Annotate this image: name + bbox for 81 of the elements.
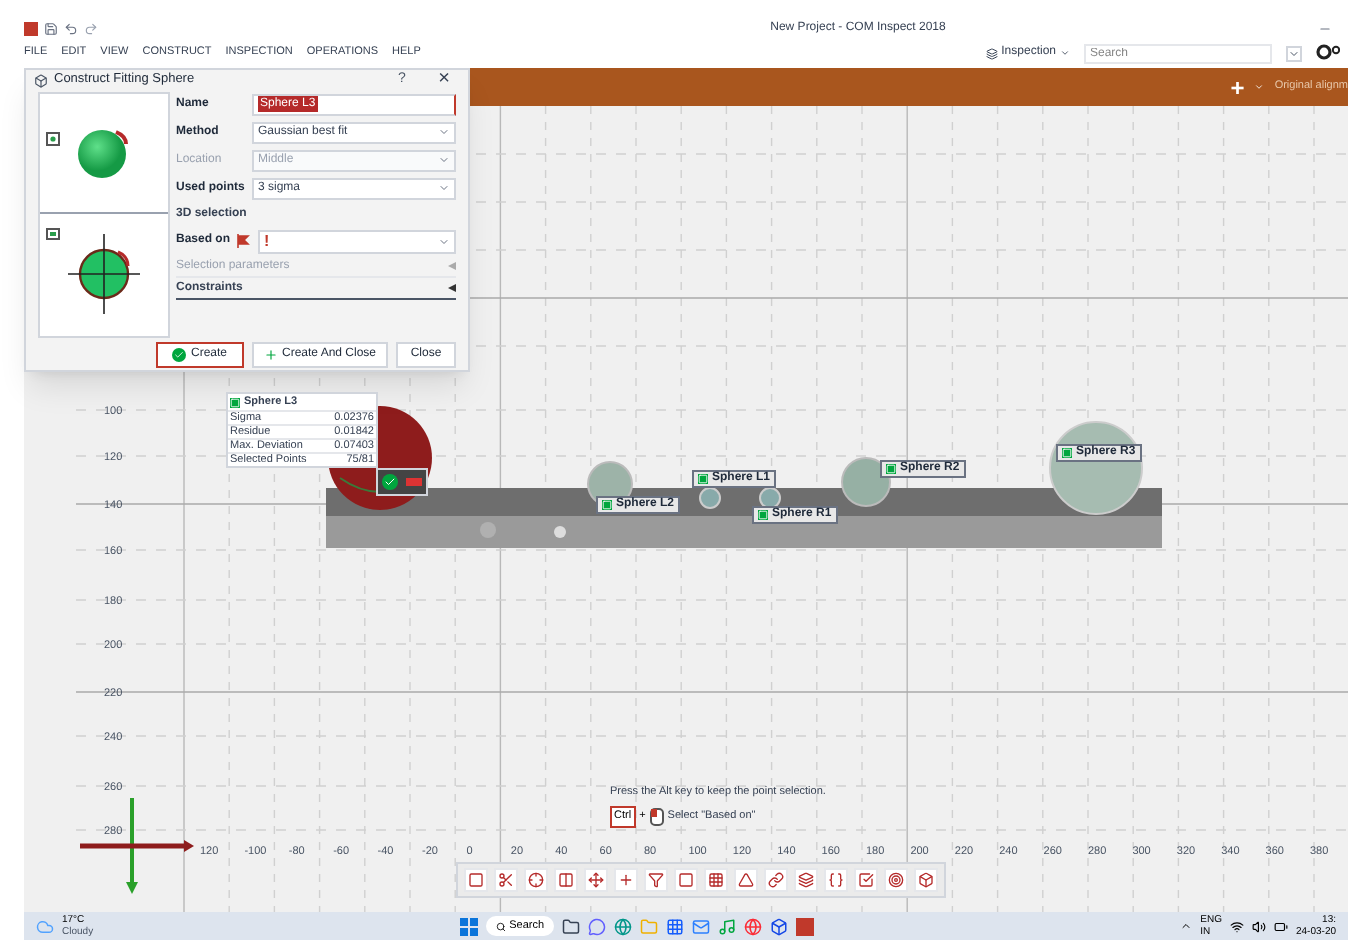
chevron-icon[interactable] <box>1254 82 1265 92</box>
square-tool-button[interactable] <box>464 868 488 892</box>
link-icon <box>768 872 784 888</box>
cube-tool-button[interactable] <box>914 868 938 892</box>
app-logo-icon <box>24 21 38 35</box>
layers-tool-button[interactable] <box>794 868 818 892</box>
braces-icon <box>828 872 844 888</box>
collapse-icon <box>448 284 456 292</box>
folder-icon[interactable] <box>562 917 581 935</box>
view-icon <box>46 129 62 145</box>
square-icon <box>468 872 484 888</box>
dropdown[interactable]: ! <box>258 229 456 253</box>
accept-control[interactable] <box>376 468 428 496</box>
flag-icon <box>236 234 250 248</box>
move-tool-button[interactable] <box>584 868 608 892</box>
columns-icon <box>558 872 574 888</box>
cube-icon <box>918 872 934 888</box>
search-icon <box>495 921 506 931</box>
feature-icon <box>886 464 896 474</box>
square-tool-button[interactable] <box>674 868 698 892</box>
scissors-icon <box>498 872 514 888</box>
feature-icon <box>602 500 612 510</box>
collapse-icon <box>448 262 456 270</box>
speaker-icon[interactable] <box>1251 919 1266 933</box>
mail-icon[interactable] <box>692 917 711 935</box>
scissors-tool-button[interactable] <box>494 868 518 892</box>
filter-tool-button[interactable] <box>644 868 668 892</box>
feature-icon <box>758 510 768 520</box>
redo-icon[interactable] <box>84 21 98 35</box>
square-icon <box>678 872 694 888</box>
plus-icon <box>263 347 278 361</box>
cube-icon[interactable] <box>770 917 789 935</box>
chevron-icon <box>438 154 450 166</box>
chevron-icon <box>438 182 450 194</box>
view-icon <box>46 225 62 241</box>
globe-icon[interactable] <box>614 917 633 935</box>
axis-triad-icon <box>80 798 196 894</box>
filter-icon <box>648 872 664 888</box>
checkbox-icon <box>858 872 874 888</box>
chevron-icon[interactable] <box>1180 920 1193 932</box>
mouse-icon <box>649 807 664 826</box>
link-tool-button[interactable] <box>764 868 788 892</box>
grid-icon[interactable] <box>666 917 685 935</box>
chat-icon[interactable] <box>588 917 607 935</box>
target-icon <box>888 872 904 888</box>
layers-icon <box>798 872 814 888</box>
check-icon <box>172 347 187 361</box>
undo-icon[interactable] <box>64 21 78 35</box>
windows-logo-icon[interactable] <box>459 917 478 935</box>
crosshair-tool-button[interactable] <box>524 868 548 892</box>
brand-logo-icon <box>1316 43 1340 63</box>
close-button[interactable]: × <box>428 70 460 91</box>
wifi-icon[interactable] <box>1229 919 1244 933</box>
globe-icon[interactable] <box>744 917 763 935</box>
crosshair-icon <box>528 872 544 888</box>
app-icon[interactable] <box>796 917 815 935</box>
move-icon <box>588 872 604 888</box>
sphere-drawing <box>76 124 132 180</box>
plus-tool-button[interactable] <box>614 868 638 892</box>
triangle-icon <box>738 872 754 888</box>
feature-icon <box>1062 448 1072 458</box>
layers-icon <box>985 47 998 59</box>
save-icon[interactable] <box>44 21 58 35</box>
chevron-icon <box>1060 48 1070 58</box>
target-tool-button[interactable] <box>884 868 908 892</box>
add-button[interactable]: + <box>1230 75 1245 99</box>
checkbox-tool-button[interactable] <box>854 868 878 892</box>
braces-tool-button[interactable] <box>824 868 848 892</box>
grid-icon <box>708 872 724 888</box>
music-icon[interactable] <box>718 917 737 935</box>
chevron-icon <box>438 235 450 247</box>
feature-icon <box>698 474 708 484</box>
battery-icon[interactable] <box>1273 919 1288 933</box>
chevron-icon <box>438 126 450 138</box>
triangle-tool-button[interactable] <box>734 868 758 892</box>
plus-icon <box>618 872 634 888</box>
check-icon <box>382 474 398 490</box>
cloud-icon <box>36 917 54 935</box>
grid-tool-button[interactable] <box>704 868 728 892</box>
columns-tool-button[interactable] <box>554 868 578 892</box>
dialog-icon <box>34 73 48 88</box>
